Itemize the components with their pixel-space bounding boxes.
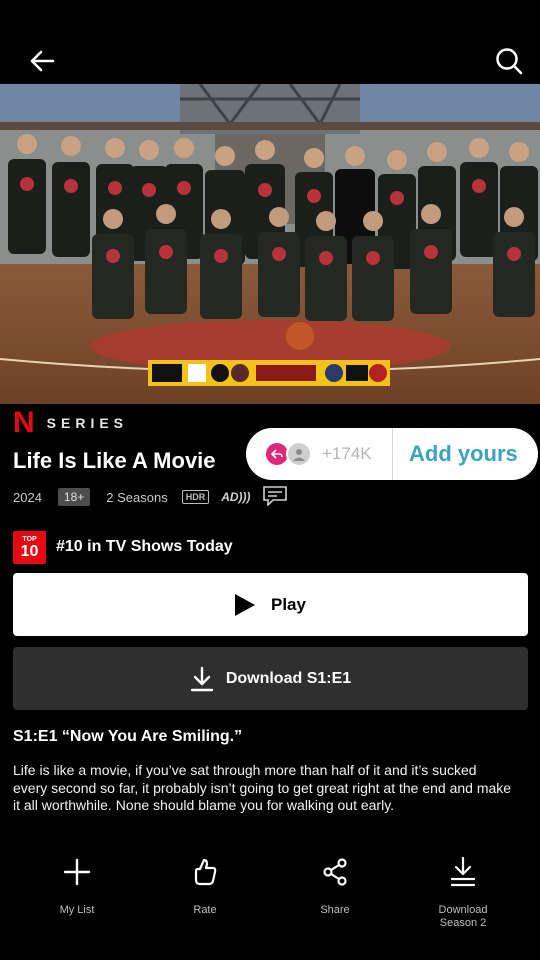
- show-title: Life Is Like A Movie: [13, 448, 216, 473]
- avatar: [286, 441, 312, 467]
- top-bar: [0, 0, 540, 84]
- episode-description: Life is like a movie, if you’ve sat thro…: [13, 762, 512, 813]
- release-year: 2024: [13, 489, 42, 505]
- download-season-button[interactable]: Download Season 2: [403, 850, 523, 930]
- download-season-icon: [450, 856, 476, 887]
- thumbs-up-icon: [194, 858, 217, 886]
- maturity-rating-badge: 18+: [57, 488, 91, 506]
- download-episode-button[interactable]: Download S1:E1: [13, 647, 528, 710]
- reply-icon: [266, 443, 288, 465]
- add-yours-sticker[interactable]: +174K Add yours: [246, 428, 538, 480]
- plus-icon: [63, 858, 91, 886]
- top10-ranking: TOP 10 #10 in TV Shows Today: [13, 530, 233, 564]
- audio-description-badge: AD))): [221, 490, 251, 504]
- series-tag: N SERIES: [13, 406, 129, 439]
- play-label: Play: [271, 594, 306, 614]
- add-yours-button[interactable]: Add yours: [409, 441, 518, 467]
- rate-button[interactable]: Rate: [145, 850, 265, 917]
- top10-text: #10 in TV Shows Today: [56, 538, 233, 555]
- share-icon: [323, 858, 347, 886]
- share-label: Share: [320, 904, 350, 916]
- series-type-label: SERIES: [46, 415, 129, 431]
- netflix-logo: N: [13, 406, 35, 439]
- episode-title: S1:E1 “Now You Are Smiling.”: [13, 728, 243, 745]
- rate-label: Rate: [193, 904, 217, 916]
- top10-badge: TOP 10: [13, 530, 46, 564]
- download-label: Download S1:E1: [225, 669, 352, 687]
- my-list-button[interactable]: My List: [17, 850, 137, 917]
- play-icon: [235, 593, 255, 616]
- search-button[interactable]: [489, 41, 529, 81]
- play-button[interactable]: Play: [13, 573, 528, 636]
- participant-count: +174K: [322, 444, 372, 463]
- share-button[interactable]: Share: [275, 850, 395, 917]
- show-metadata: 2024 18+ 2 Seasons HDR AD))): [13, 485, 287, 509]
- top10-badge-num: 10: [20, 542, 39, 560]
- back-button[interactable]: [22, 41, 62, 81]
- hdr-badge: HDR: [181, 490, 210, 504]
- search-icon: [496, 48, 523, 75]
- download-season-label: Download Season 2: [439, 904, 488, 930]
- action-bar: My List Rate Share Download Season 2: [0, 850, 540, 940]
- download-season-line2: Season 2: [439, 917, 487, 929]
- download-icon: [190, 666, 214, 691]
- hero-image[interactable]: [0, 84, 540, 404]
- arrow-left-icon: [30, 50, 55, 72]
- subtitles-icon: [262, 485, 287, 509]
- my-list-label: My List: [59, 904, 95, 916]
- season-count: 2 Seasons: [106, 489, 168, 505]
- pill-divider: [392, 428, 393, 480]
- download-season-line1: Download: [438, 904, 488, 916]
